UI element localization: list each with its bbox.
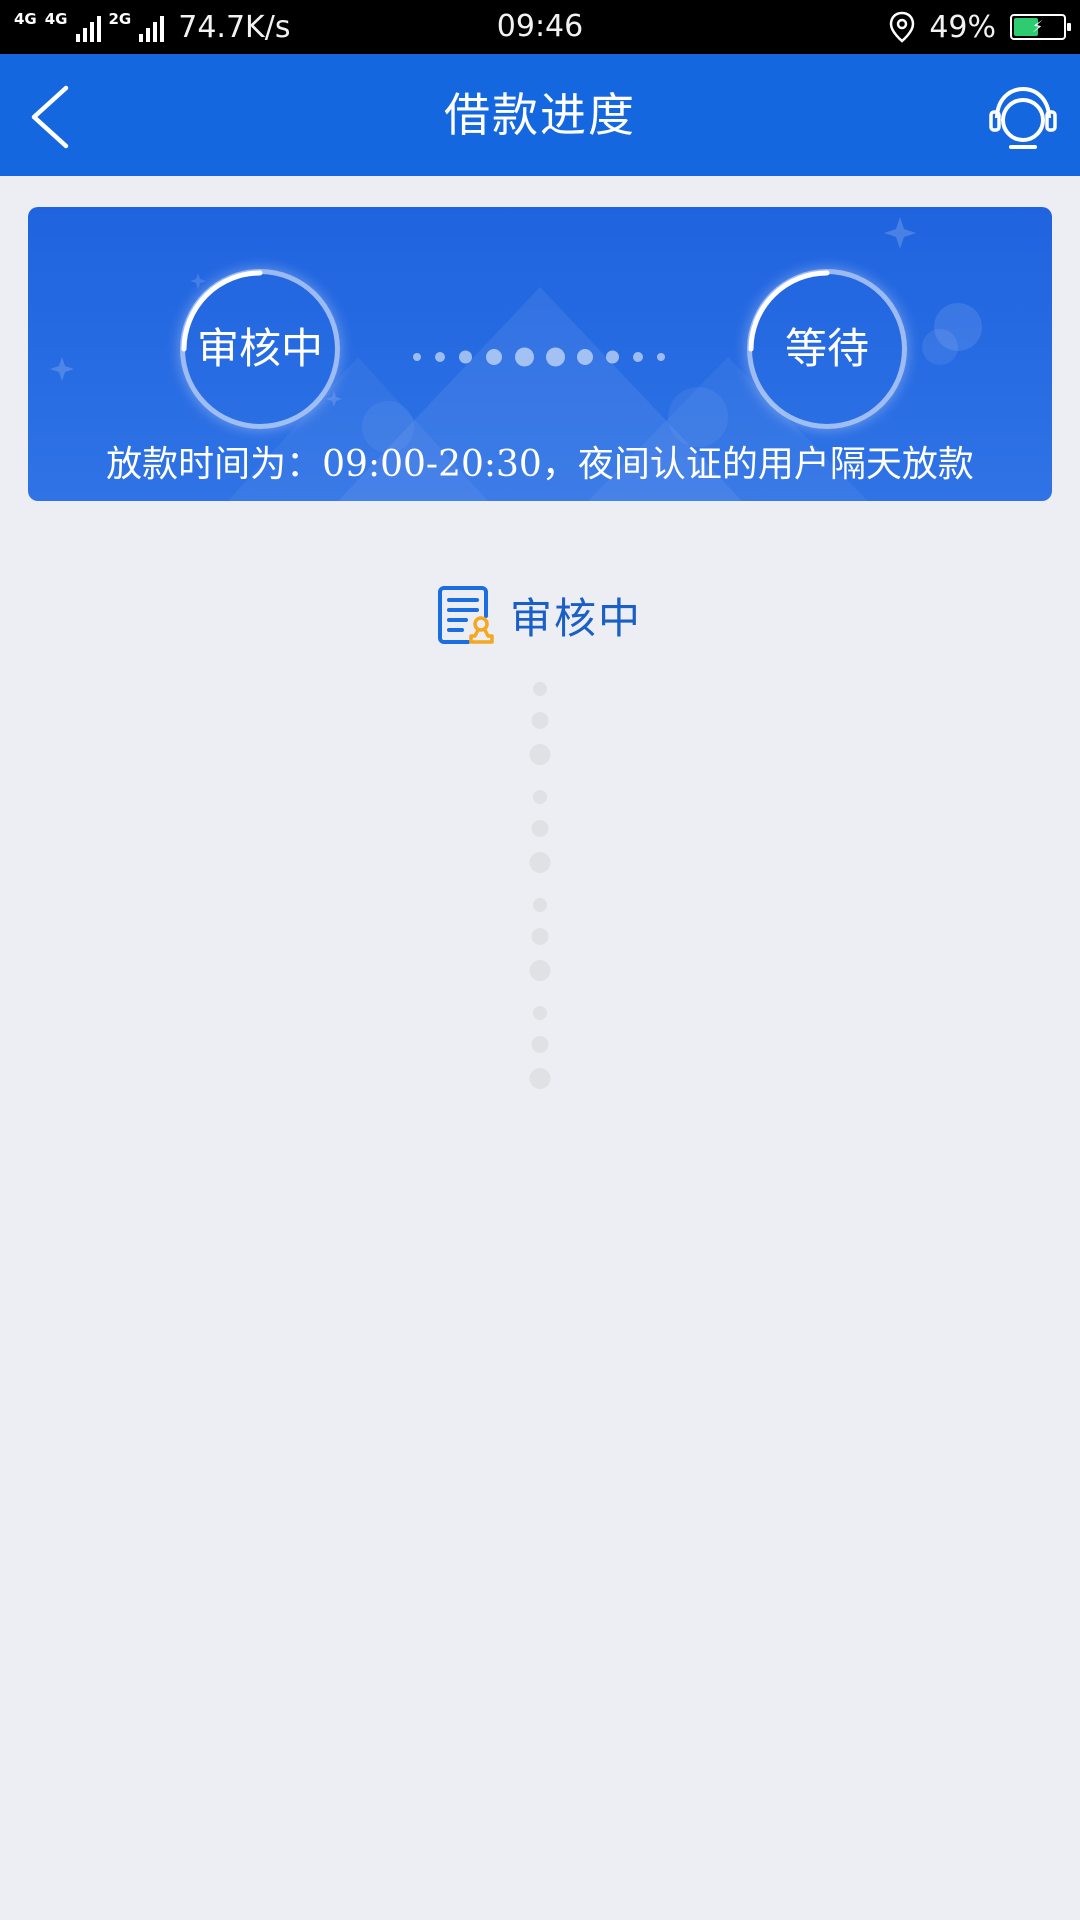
battery-percent: 49% — [929, 9, 996, 45]
customer-service-button[interactable] — [988, 82, 1058, 152]
location-pin-icon — [890, 11, 915, 43]
progress-banner: 审核中 等待 放款时间为：09:00-20:30，夜间认证的用户隔天放款 — [28, 207, 1052, 501]
current-status-label: 审核中 — [509, 593, 642, 643]
headset-icon — [989, 86, 1057, 149]
document-review-icon — [437, 586, 494, 644]
app-header: 借款进度 — [0, 54, 1080, 176]
stage-label-waiting: 等待 — [784, 324, 869, 373]
progress-timeline-dots — [510, 670, 570, 1090]
stage-reviewing: 审核中 — [180, 269, 340, 429]
charging-bolt-icon: ⚡ — [1032, 17, 1044, 36]
stage-connector-dots — [413, 342, 723, 372]
stage-label-reviewing: 审核中 — [196, 324, 323, 373]
status-bar: 4G 4G 2G 74.7K/s 09:46 49% ⚡ — [0, 0, 1080, 54]
status-bar-right: 49% ⚡ — [889, 0, 1071, 54]
current-status: 审核中 — [0, 584, 1080, 646]
disbursement-notice: 放款时间为：09:00-20:30，夜间认证的用户隔天放款 — [106, 444, 974, 485]
page-title: 借款进度 — [444, 88, 636, 142]
stage-waiting: 等待 — [747, 269, 907, 429]
battery-icon: ⚡ — [1010, 14, 1071, 40]
